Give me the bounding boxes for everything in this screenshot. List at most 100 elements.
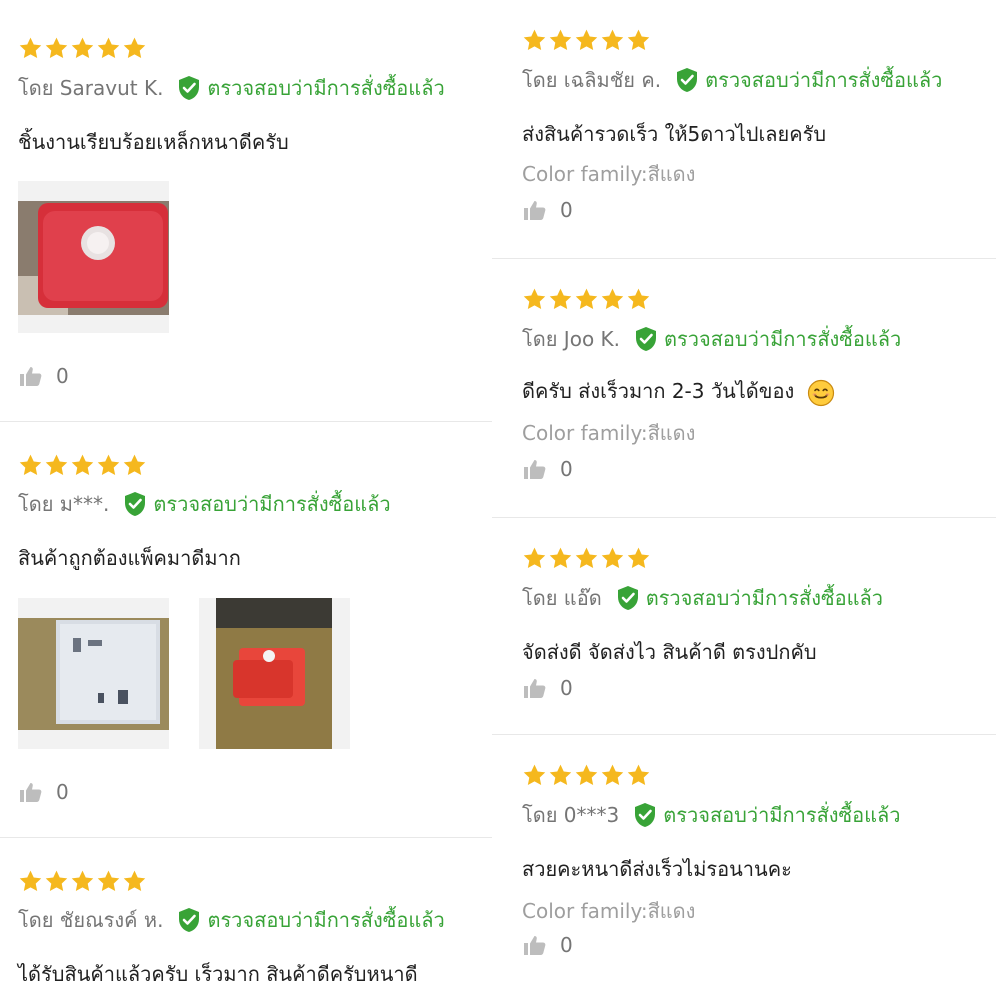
verified-purchase-badge: ตรวจสอบว่ามีการสั่งซื้อแล้ว — [633, 799, 901, 831]
verified-shield-icon — [633, 802, 657, 828]
review-meta: โดย เฉลิมชัย ค. ตรวจสอบว่ามีการสั่งซื้อแ… — [522, 64, 942, 96]
review-text: ส่งสินค้ารวดเร็ว ให้5ดาวไปเลยครับ — [522, 122, 827, 146]
star-icon — [574, 28, 599, 53]
review-item: โดย ชัยณรงค์ ห. ตรวจสอบว่ามีการสั่งซื้อแ… — [0, 838, 492, 996]
verified-label: ตรวจสอบว่ามีการสั่งซื้อแล้ว — [207, 76, 445, 100]
verified-shield-icon — [616, 585, 640, 611]
star-icon — [548, 763, 573, 788]
review-photo[interactable] — [18, 598, 169, 749]
star-icon — [600, 546, 625, 571]
photo-red-tank-on-grass — [199, 598, 350, 749]
verified-purchase-badge: ตรวจสอบว่ามีการสั่งซื้อแล้ว — [123, 488, 391, 520]
star-icon — [600, 763, 625, 788]
review-variant: Color family:สีแดง — [522, 162, 696, 186]
star-icon — [44, 36, 69, 61]
like-button[interactable]: 0 — [524, 198, 573, 222]
review-meta: โดย แอ๊ด ตรวจสอบว่ามีการสั่งซื้อแล้ว — [522, 582, 883, 614]
star-icon — [96, 36, 121, 61]
thumbs-up-icon — [20, 366, 42, 386]
thumbs-up-icon — [524, 200, 546, 220]
star-icon — [522, 546, 547, 571]
star-icon — [522, 287, 547, 312]
review-text: จัดส่งดี จัดส่งไว สินค้าดี ตรงปกคับ — [522, 640, 817, 664]
star-icon — [548, 546, 573, 571]
star-icon — [122, 36, 147, 61]
review-text: ดีครับ ส่งเร็วมาก 2-3 วันได้ของ — [522, 379, 795, 403]
review-text: สวยคะหนาดีส่งเร็วไม่รอนานคะ — [522, 857, 792, 881]
star-rating — [522, 28, 651, 53]
star-icon — [626, 763, 651, 788]
star-rating — [522, 763, 651, 788]
star-icon — [626, 28, 651, 53]
review-meta: โดย Joo K. ตรวจสอบว่ามีการสั่งซื้อแล้ว — [522, 323, 901, 355]
review-author: โดย Saravut K. — [18, 76, 164, 100]
like-count: 0 — [56, 364, 69, 388]
verified-shield-icon — [675, 67, 699, 93]
star-icon — [574, 546, 599, 571]
review-meta: โดย ชัยณรงค์ ห. ตรวจสอบว่ามีการสั่งซื้อแ… — [18, 904, 445, 936]
star-rating — [18, 36, 147, 61]
like-count: 0 — [56, 780, 69, 804]
star-icon — [70, 869, 95, 894]
like-count: 0 — [560, 933, 573, 957]
review-meta: โดย 0***3 ตรวจสอบว่ามีการสั่งซื้อแล้ว — [522, 799, 901, 831]
review-column-left: โดย Saravut K. ตรวจสอบว่ามีการสั่งซื้อแล… — [0, 0, 492, 996]
verified-shield-icon — [177, 75, 201, 101]
verified-shield-icon — [634, 326, 658, 352]
review-variant: Color family:สีแดง — [522, 899, 696, 923]
like-button[interactable]: 0 — [20, 780, 69, 804]
photo-white-box — [18, 598, 169, 749]
review-text-container: ดีครับ ส่งเร็วมาก 2-3 วันได้ของ — [522, 375, 835, 407]
thumbs-up-icon — [20, 782, 42, 802]
like-button[interactable]: 0 — [524, 457, 573, 481]
star-icon — [574, 287, 599, 312]
verified-purchase-badge: ตรวจสอบว่ามีการสั่งซื้อแล้ว — [616, 582, 883, 614]
review-text: ชิ้นงานเรียบร้อยเหล็กหนาดีครับ — [18, 130, 289, 154]
like-count: 0 — [560, 457, 573, 481]
review-author: โดย แอ๊ด — [522, 586, 602, 610]
star-icon — [18, 36, 43, 61]
review-photo[interactable] — [18, 181, 169, 333]
star-icon — [600, 287, 625, 312]
star-icon — [96, 453, 121, 478]
star-rating — [18, 869, 147, 894]
star-icon — [44, 453, 69, 478]
star-icon — [626, 287, 651, 312]
verified-purchase-badge: ตรวจสอบว่ามีการสั่งซื้อแล้ว — [675, 64, 942, 96]
thumbs-up-icon — [524, 459, 546, 479]
review-item: โดย Saravut K. ตรวจสอบว่ามีการสั่งซื้อแล… — [0, 0, 492, 422]
review-author: โดย เฉลิมชัย ค. — [522, 68, 662, 92]
review-text: ได้รับสินค้าแล้วครับ เร็วมาก สินค้าดีครั… — [18, 962, 418, 986]
verified-label: ตรวจสอบว่ามีการสั่งซื้อแล้ว — [153, 492, 391, 516]
like-button[interactable]: 0 — [524, 676, 573, 700]
review-author: โดย 0***3 — [522, 803, 620, 827]
review-item: โดย แอ๊ด ตรวจสอบว่ามีการสั่งซื้อแล้ว จัด… — [492, 518, 996, 735]
review-item: โดย เฉลิมชัย ค. ตรวจสอบว่ามีการสั่งซื้อแ… — [492, 0, 996, 259]
star-icon — [18, 869, 43, 894]
star-icon — [122, 869, 147, 894]
verified-label: ตรวจสอบว่ามีการสั่งซื้อแล้ว — [645, 586, 883, 610]
star-icon — [96, 869, 121, 894]
review-author: โดย ชัยณรงค์ ห. — [18, 908, 164, 932]
review-column-right: โดย เฉลิมชัย ค. ตรวจสอบว่ามีการสั่งซื้อแ… — [492, 0, 996, 996]
like-button[interactable]: 0 — [20, 364, 69, 388]
like-count: 0 — [560, 198, 573, 222]
star-icon — [44, 869, 69, 894]
review-meta: โดย ม***. ตรวจสอบว่ามีการสั่งซื้อแล้ว — [18, 488, 391, 520]
verified-label: ตรวจสอบว่ามีการสั่งซื้อแล้ว — [207, 908, 445, 932]
verified-shield-icon — [177, 907, 201, 933]
star-rating — [522, 546, 651, 571]
star-icon — [600, 28, 625, 53]
verified-shield-icon — [123, 491, 147, 517]
star-icon — [522, 763, 547, 788]
verified-label: ตรวจสอบว่ามีการสั่งซื้อแล้ว — [663, 803, 901, 827]
star-icon — [70, 36, 95, 61]
review-author: โดย ม***. — [18, 492, 110, 516]
review-variant: Color family:สีแดง — [522, 421, 696, 445]
star-rating — [522, 287, 651, 312]
like-button[interactable]: 0 — [524, 933, 573, 957]
review-photo[interactable] — [199, 598, 350, 749]
review-author: โดย Joo K. — [522, 327, 621, 351]
review-item: โดย 0***3 ตรวจสอบว่ามีการสั่งซื้อแล้ว สว… — [492, 735, 996, 996]
star-icon — [626, 546, 651, 571]
